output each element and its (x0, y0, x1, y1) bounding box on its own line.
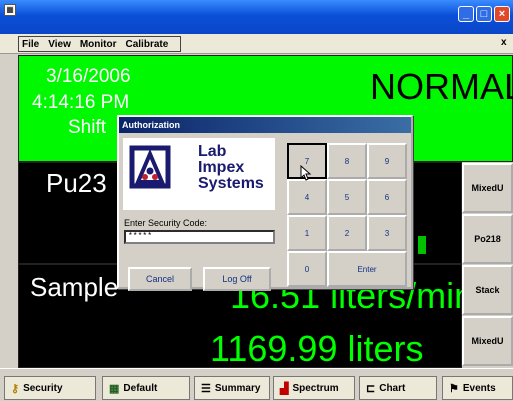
side-button-mixedu-1[interactable]: MixedU (462, 163, 513, 213)
partial-readout (418, 236, 426, 254)
dialog-title: Authorization (119, 117, 411, 133)
sample-label: Sample (30, 272, 119, 302)
cancel-button[interactable]: Cancel (128, 267, 192, 291)
key-icon: ⚷ (11, 382, 20, 395)
close-button[interactable]: × (494, 6, 510, 22)
tab-summary-label: Summary (214, 382, 261, 394)
key-9[interactable]: 9 (367, 143, 407, 179)
enter-key[interactable]: Enter (327, 251, 407, 287)
nuclide-label: Pu23 (46, 168, 107, 198)
menu-file[interactable]: File (22, 39, 39, 50)
key-6[interactable]: 6 (367, 179, 407, 215)
key-8[interactable]: 8 (327, 143, 367, 179)
date-display: 3/16/2006 (46, 66, 131, 87)
tab-summary[interactable]: ☰ Summary (194, 376, 270, 400)
tab-events[interactable]: ⚑ Events (442, 376, 513, 400)
tab-default-label: Default (123, 382, 158, 394)
security-code-label: Enter Security Code: (124, 218, 208, 228)
lab-impex-logo-icon (129, 145, 171, 189)
tab-spectrum[interactable]: ▟ Spectrum (273, 376, 355, 400)
logo-line-2: Impex (198, 159, 245, 176)
key-4[interactable]: 4 (287, 179, 327, 215)
side-button-stack[interactable]: Stack (462, 265, 513, 315)
time-display: 4:14:16 PM (32, 92, 130, 113)
security-code-input[interactable]: ***** (124, 230, 275, 244)
mdi-close-button[interactable]: x (501, 37, 507, 48)
title-bar (0, 0, 513, 34)
maximize-button[interactable]: □ (476, 6, 492, 22)
status-text: NORMAL (370, 66, 513, 107)
mouse-cursor-icon (300, 165, 312, 181)
summary-icon: ☰ (201, 382, 211, 395)
grid-icon: ▦ (109, 382, 120, 395)
menu-view[interactable]: View (48, 39, 71, 50)
tab-spectrum-label: Spectrum (292, 382, 339, 394)
minimize-button[interactable]: _ (458, 6, 474, 22)
side-button-po218[interactable]: Po218 (462, 214, 513, 264)
menu-calibrate[interactable]: Calibrate (126, 39, 169, 50)
tab-chart-label: Chart (379, 382, 406, 394)
tab-chart[interactable]: ⊏ Chart (359, 376, 437, 400)
tab-security[interactable]: ⚷ Security (4, 376, 96, 400)
volume-readout: 1169.99 liters (210, 328, 424, 369)
key-5[interactable]: 5 (327, 179, 367, 215)
menu-monitor[interactable]: Monitor (80, 39, 117, 50)
key-0[interactable]: 0 (287, 251, 327, 287)
app-icon[interactable]: ▦ (4, 4, 16, 16)
logo-line-3: Systems (198, 175, 264, 192)
logo-text: Lab Impex Systems (198, 144, 264, 192)
key-2[interactable]: 2 (327, 215, 367, 251)
chart-icon: ⊏ (366, 382, 376, 395)
tab-events-label: Events (462, 382, 496, 394)
menu-strip: File View Monitor Calibrate (18, 36, 182, 52)
spectrum-icon: ▟ (280, 382, 289, 395)
shift-display: Shift (68, 117, 107, 138)
key-3[interactable]: 3 (367, 215, 407, 251)
events-icon: ⚑ (449, 382, 459, 395)
key-1[interactable]: 1 (287, 215, 327, 251)
log-off-button[interactable]: Log Off (203, 267, 271, 291)
tab-security-label: Security (23, 382, 63, 394)
tab-default[interactable]: ▦ Default (102, 376, 190, 400)
logo-line-1: Lab (198, 143, 227, 160)
side-button-mixedu-2[interactable]: MixedU (462, 316, 513, 366)
